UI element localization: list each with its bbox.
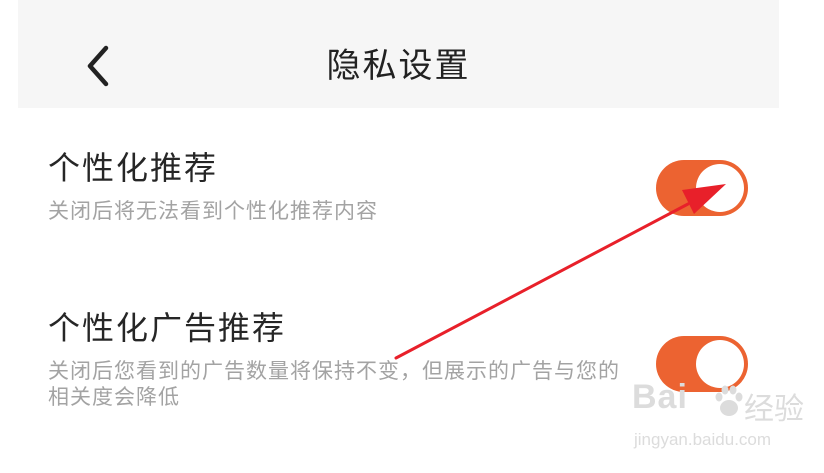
setting-description: 关闭后您看到的广告数量将保持不变，但展示的广告与您的相关度会降低 <box>48 359 620 409</box>
baidu-jingyan-watermark: Bai 经验 jingyan.baidu.com <box>632 378 812 460</box>
setting-description: 关闭后将无法看到个性化推荐内容 <box>48 199 378 223</box>
watermark-suffix: 经验 <box>744 392 804 427</box>
toggle-knob <box>696 164 744 212</box>
privacy-settings-page: 隐私设置 个性化推荐 关闭后将无法看到个性化推荐内容 个性化广告推荐 关闭后您看… <box>0 0 824 473</box>
page-title: 隐私设置 <box>326 46 471 86</box>
watermark-brand: Bai <box>632 378 688 416</box>
header-bar: 隐私设置 <box>18 0 779 108</box>
paw-icon <box>715 385 743 416</box>
watermark-url: jingyan.baidu.com <box>634 430 772 449</box>
setting-title: 个性化广告推荐 <box>48 309 287 347</box>
personalized-recommendation-toggle[interactable] <box>656 160 748 216</box>
